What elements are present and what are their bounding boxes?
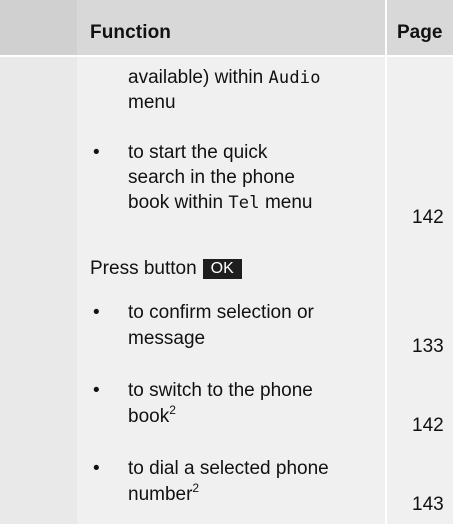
ok-button-label: OK (202, 259, 242, 279)
bullet-confirm: • (93, 302, 100, 323)
header-page: Page (397, 22, 443, 43)
page-ref-switch: 142 (412, 415, 444, 436)
footnote-ref: 2 (192, 481, 200, 495)
dial-line-2: number2 (128, 481, 200, 505)
continued-line-1: available) within Audio (128, 67, 321, 88)
function-column-body (77, 57, 385, 524)
bullet-switch-phone-book: • (93, 380, 100, 401)
switch-line-2: book2 (128, 403, 176, 427)
press-button-line: Press button OK (90, 256, 242, 281)
dial-line-1: to dial a selected phone (128, 458, 329, 479)
page-ref-confirm: 133 (412, 336, 444, 357)
page-column-body (387, 57, 453, 524)
header-function: Function (90, 22, 172, 43)
footnote-ref: 2 (169, 403, 176, 417)
continued-line-2: menu (128, 92, 176, 113)
left-gutter (0, 0, 77, 524)
bullet-dial-number: • (93, 458, 100, 479)
audio-menu-name: Audio (268, 68, 321, 88)
page-ref-quick-search: 142 (412, 207, 444, 228)
quick-search-line-2: search in the phone (128, 167, 295, 188)
switch-line-1: to switch to the phone (128, 380, 313, 401)
confirm-line-2: message (128, 328, 206, 349)
header-gutter (0, 0, 77, 55)
tel-menu-name: Tel (228, 193, 260, 213)
manual-table: Function Page available) within Audio me… (0, 0, 453, 524)
quick-search-line-1: to start the quick (128, 142, 268, 163)
confirm-line-1: to confirm selection or (128, 302, 314, 323)
bullet-quick-search: • (93, 142, 100, 163)
column-separator (385, 0, 387, 524)
page-ref-dial: 143 (412, 494, 444, 515)
quick-search-line-3: book within Tel menu (128, 192, 313, 213)
